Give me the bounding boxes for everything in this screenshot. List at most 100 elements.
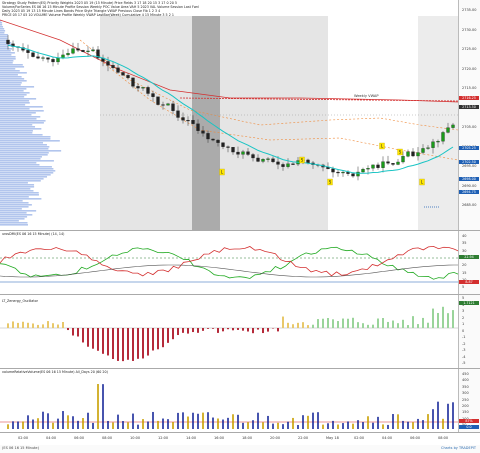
volume-bar <box>427 414 429 429</box>
volume-bar <box>62 411 64 429</box>
dmi-scale[interactable]: 40353025201510522.948.87 <box>458 231 480 294</box>
candle <box>436 141 440 143</box>
volume-profile-bar <box>0 96 25 98</box>
volume-bar <box>342 423 344 429</box>
oscillator-bar <box>342 318 344 328</box>
volume-bar <box>177 412 179 429</box>
volume-bar <box>247 422 249 429</box>
candle <box>336 171 340 174</box>
volume-bar <box>392 414 394 429</box>
volume-profile-bar <box>0 204 32 206</box>
price-tick-label: 2730.00 <box>462 27 477 32</box>
price-plot[interactable]: LSSLSL <box>0 0 458 230</box>
volume-bar <box>237 414 239 429</box>
oscillator-bar <box>207 328 209 329</box>
oscillator-bar <box>132 328 134 361</box>
volume-value-tag: 0.0 <box>459 425 479 429</box>
oscillator-pane[interactable]: 543210-1-2-3-4-51.7121 LT_Zenergy_Oscill… <box>0 295 480 368</box>
candle <box>176 110 180 118</box>
oscillator-bar <box>122 328 124 362</box>
volume-profile-bar <box>0 120 46 122</box>
volume-bar <box>352 423 354 429</box>
volume-profile-bar <box>0 28 5 30</box>
oscillator-bar <box>287 322 289 328</box>
oscillator-bar <box>82 328 84 343</box>
volume-tick-label: 350 <box>462 384 469 389</box>
candle <box>36 56 40 59</box>
candle <box>261 159 265 162</box>
candle <box>401 156 405 163</box>
volume-profile-bar <box>0 222 28 224</box>
oscillator-bar <box>47 321 49 328</box>
volume-tick-label: 300 <box>462 391 469 396</box>
volume-profile-bar <box>0 128 42 130</box>
oscillator-tick-label: -3 <box>462 348 466 352</box>
volume-scale[interactable]: 4504003503002502001501005087%0.0 <box>458 369 480 432</box>
oscillator-bar <box>77 328 79 337</box>
volume-bar <box>202 412 204 429</box>
oscillator-bar <box>7 323 9 328</box>
candle <box>306 159 310 164</box>
volume-profile-bar <box>0 132 33 134</box>
price-tick-label: 2735.00 <box>462 8 477 12</box>
volume-bar <box>452 402 454 429</box>
dmi-tick-label: 15 <box>462 270 467 275</box>
volume-profile-bar <box>0 212 27 214</box>
oscillator-bar <box>302 322 304 328</box>
oscillator-plot[interactable] <box>0 295 458 368</box>
volume-profile-bar <box>0 136 51 138</box>
volume-pane[interactable]: 4504003503002502001501005087%0.0 volumeR… <box>0 369 480 432</box>
volume-profile-bar <box>0 84 21 86</box>
time-axis-label: 02:00 <box>18 436 29 440</box>
oscillator-bar <box>72 328 74 336</box>
oscillator-bar <box>167 328 169 343</box>
dmi-plot[interactable] <box>0 231 458 294</box>
volume-bar <box>287 421 289 429</box>
time-axis-label: 16:00 <box>214 436 225 440</box>
volume-tick-label: 150 <box>462 410 469 415</box>
price-tick-label: 2685.00 <box>462 203 477 207</box>
volume-profile-bar <box>0 154 48 156</box>
volume-bar <box>132 413 134 429</box>
oscillator-bar <box>97 328 99 351</box>
volume-bar <box>252 420 254 429</box>
oscillator-bar <box>267 328 269 332</box>
dmi-pane[interactable]: 40353025201510522.948.87 urosDMI(ES 06 1… <box>0 231 480 294</box>
footer-bar: (ES 06 16 15 Minute) Charts by TRADEPIT <box>0 445 480 453</box>
volume-profile-bar <box>0 70 20 72</box>
volume-profile-bar <box>0 50 11 52</box>
volume-bar <box>122 421 124 429</box>
signal-marker-label: S <box>301 158 304 163</box>
volume-profile-bar <box>0 98 37 100</box>
volume-profile-bar <box>0 80 27 82</box>
candle <box>451 124 455 128</box>
oscillator-bar <box>427 322 429 328</box>
candle <box>161 104 165 106</box>
volume-header: volumeRelativeVolume(ES 06 16 15 Minute)… <box>2 370 108 374</box>
volume-profile-bar <box>0 54 12 56</box>
volume-profile-bar <box>0 210 37 212</box>
candle <box>126 75 130 79</box>
candle <box>411 151 415 157</box>
volume-bar <box>357 420 359 429</box>
price-value-tag: 2694.75 <box>459 190 479 194</box>
oscillator-scale[interactable]: 543210-1-2-3-4-51.7121 <box>458 295 480 368</box>
price-scale[interactable]: 2735.002730.002725.002720.002715.002710.… <box>458 0 480 230</box>
session-shade <box>100 16 192 230</box>
volume-profile-bar <box>0 198 42 200</box>
volume-plot[interactable] <box>0 369 458 432</box>
oscillator-bar <box>347 318 349 328</box>
time-axis[interactable]: 02:00 04:00 06:00 08:00 10:00 12:00 14:00 16:00… <box>0 433 480 445</box>
candle <box>291 163 295 165</box>
candle <box>216 139 220 143</box>
candle <box>286 163 290 167</box>
volume-bar <box>417 418 419 429</box>
price-pane[interactable]: LSSLSL 2735.00 2730.00 2725.00 2720.00 2715.… <box>0 0 480 230</box>
oscillator-bar <box>212 328 214 329</box>
volume-profile-bar <box>0 102 30 104</box>
volume-profile-bar <box>0 184 35 186</box>
volume-profile-bar <box>0 104 26 106</box>
time-axis-label: 06:00 <box>74 436 85 440</box>
volume-profile-bar <box>0 200 23 202</box>
volume-tick-label: 450 <box>462 372 469 376</box>
